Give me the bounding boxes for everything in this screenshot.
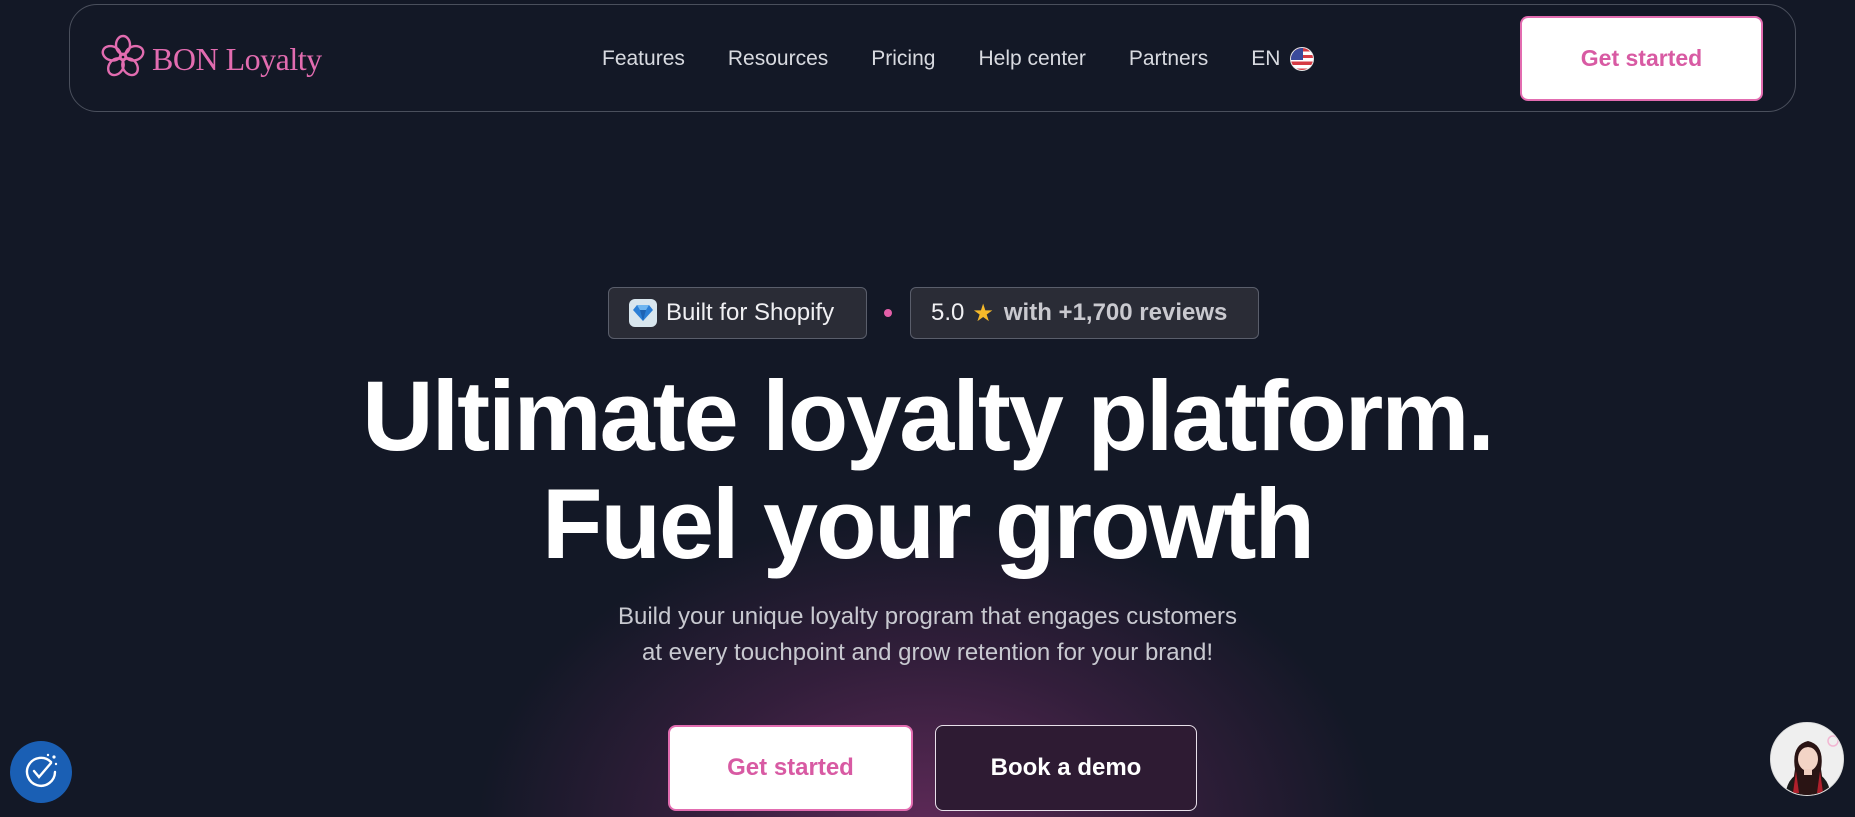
top-navbar: BON Loyalty Features Resources Pricing H… [69,4,1796,112]
subtitle-line-2: at every touchpoint and grow retention f… [641,639,1213,666]
book-demo-button[interactable]: Book a demo [935,725,1197,811]
diamond-icon [629,299,657,327]
nav-get-started-button[interactable]: Get started [1520,16,1763,101]
chat-avatar[interactable] [1770,722,1844,796]
nav-link-pricing[interactable]: Pricing [871,47,935,71]
badges-row: Built for Shopify 5.0 ★ with +1,700 revi… [608,287,1259,339]
language-label: EN [1251,47,1281,70]
shopify-badge-label: Built for Shopify [666,299,835,326]
us-flag-icon [1290,47,1315,71]
support-agent-portrait [1771,723,1843,795]
rating-value: 5.0 [931,299,965,326]
hero-get-started-button[interactable]: Get started [668,725,913,811]
flower-icon [100,34,146,85]
logo-text: BON Loyalty [152,40,322,77]
nav-link-partners[interactable]: Partners [1129,47,1208,71]
landing-page: BON Loyalty Features Resources Pricing H… [0,0,1855,817]
nav-link-features[interactable]: Features [602,47,685,71]
star-icon: ★ [972,299,994,327]
cookie-consent-button[interactable] [10,741,72,803]
logo[interactable]: BON Loyalty [100,34,322,85]
nav-link-help-center[interactable]: Help center [978,47,1085,71]
built-for-shopify-badge: Built for Shopify [608,287,867,339]
nav-links: Features Resources Pricing Help center P… [602,5,1315,113]
reviews-badge: 5.0 ★ with +1,700 reviews [910,287,1259,339]
cookie-consent-icon [21,750,61,795]
separator-dot [884,309,892,317]
reviews-count: with +1,700 reviews [1003,299,1228,326]
language-selector[interactable]: EN [1251,47,1315,71]
subtitle-line-1: Build your unique loyalty program that e… [617,603,1237,630]
nav-link-resources[interactable]: Resources [728,47,828,71]
headline-line-2: Fuel your growth [542,468,1315,579]
headline-line-1: Ultimate loyalty platform. [362,360,1495,471]
